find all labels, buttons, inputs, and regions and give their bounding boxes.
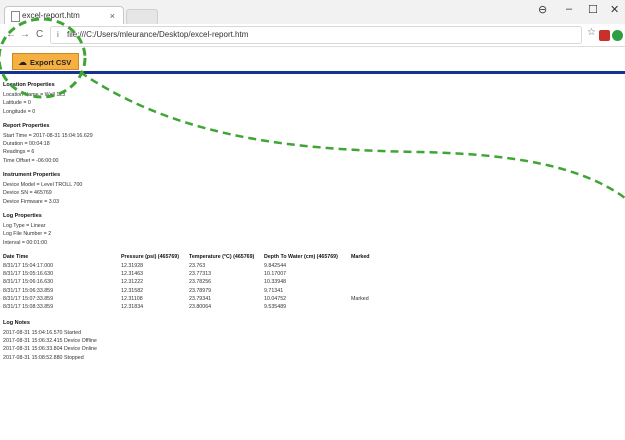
table-cell: 10.33948 <box>264 279 287 286</box>
menu-icon[interactable]: ⋮ <box>621 27 625 38</box>
table-cell: 8/31/17 15:05:16.630 <box>3 271 54 278</box>
section-heading: Location Properties <box>3 82 55 88</box>
tab-title: excel-report.htm <box>22 11 80 20</box>
bookmark-star-icon[interactable]: ☆ <box>587 27 596 38</box>
property-line: Longitude = 0 <box>3 108 36 115</box>
table-cell: Marked <box>351 296 369 303</box>
section-heading: Report Properties <box>3 122 50 129</box>
address-bar[interactable]: i file:///C:/Users/mleurance/Desktop/exc… <box>50 26 582 44</box>
cloud-download-icon: ☁ <box>18 57 27 67</box>
table-cell <box>351 270 391 278</box>
table-row: 8/31/17 15:06:16.630 12.31222 23.78256 1… <box>3 278 391 286</box>
table-row: 8/31/17 15:04:17.000 12.31928 23.763 9.8… <box>3 262 391 270</box>
section-heading: Log Properties <box>3 212 42 219</box>
table-cell: 23.78979 <box>189 287 212 294</box>
property-line: Location Name = Well 123 <box>3 92 66 98</box>
property-line: Device Model = Level TROLL 700 <box>3 182 83 189</box>
export-csv-button[interactable]: ☁ Export CSV <box>12 53 79 70</box>
browser-titlebar: excel-report.htm × ⊖ – ☐ ✕ <box>0 0 625 25</box>
property-line: Time Offset = -06:00:00 <box>3 157 59 164</box>
log-properties: Log Properties Log Type = Linear Log Fil… <box>3 213 603 247</box>
forward-button[interactable]: → <box>20 27 30 43</box>
page-content: ☁ Export CSV Location Properties Locatio… <box>0 47 625 440</box>
property-line: Latitude = 0 <box>3 100 31 107</box>
table-cell: 9.71341 <box>264 287 284 294</box>
instrument-properties: Instrument Properties Device Model = Lev… <box>3 172 603 206</box>
property-line: Device SN = 465769 <box>3 190 52 197</box>
table-cell <box>351 287 391 295</box>
log-notes: Log Notes 2017-08-31 15:04:16.570 Starte… <box>3 320 603 362</box>
table-cell: 23.78256 <box>189 279 212 286</box>
close-window-button[interactable]: ✕ <box>610 3 619 16</box>
info-icon[interactable]: i <box>57 27 59 43</box>
column-header: Pressure (psi) (465769) <box>121 253 180 260</box>
log-note-line: 2017-08-31 15:04:16.570 Started <box>3 329 82 336</box>
table-row: 8/31/17 15:07:33.859 12.31108 23.79341 1… <box>3 295 391 303</box>
browser-tab[interactable]: excel-report.htm × <box>4 6 124 25</box>
column-header: Temperature (°C) (465769) <box>189 253 255 260</box>
header-band <box>0 71 625 74</box>
log-note-line: 2017-08-31 15:06:33.804 Device Online <box>3 346 97 353</box>
reload-button[interactable]: C <box>36 27 43 43</box>
table-cell: 8/31/17 15:06:16.630 <box>3 279 54 286</box>
table-cell: 8/31/17 15:07:33.859 <box>3 296 54 303</box>
table-cell: 12.31108 <box>121 296 143 303</box>
log-note-line: 2017-08-31 15:08:52.880 Stopped <box>3 354 84 361</box>
column-header: Depth To Water (cm) (465769) <box>264 253 338 260</box>
property-line: Interval = 00:01:00 <box>3 239 48 246</box>
table-cell <box>351 303 391 311</box>
minimize-button[interactable]: – <box>566 3 572 15</box>
tab-close-icon[interactable]: × <box>110 7 115 25</box>
report-body: Location Properties Location Name = Well… <box>3 82 603 369</box>
table-cell: 8/31/17 15:08:33.859 <box>3 304 54 311</box>
property-line: Duration = 00:04:18 <box>3 141 50 148</box>
readings-table: Date Time Pressure (psi) (465769) Temper… <box>3 254 391 312</box>
table-header-row: Date Time Pressure (psi) (465769) Temper… <box>3 254 391 262</box>
page-icon <box>11 11 20 22</box>
column-header: Date Time <box>3 253 29 260</box>
maximize-button[interactable]: ☐ <box>588 3 598 16</box>
table-cell: 23.77313 <box>189 271 212 278</box>
back-button[interactable]: ← <box>6 27 16 43</box>
property-line: Log Type = Linear <box>3 222 46 229</box>
extension-icon-red[interactable] <box>599 30 610 41</box>
table-cell <box>351 262 391 270</box>
table-row: 8/31/17 15:05:16.630 12.31463 23.77313 1… <box>3 270 391 278</box>
account-icon[interactable]: ⊖ <box>538 3 547 16</box>
table-cell: 12.31582 <box>121 287 144 294</box>
table-cell: 23.763 <box>189 262 206 269</box>
table-cell: 23.79341 <box>189 296 212 303</box>
table-cell: 12.31463 <box>121 271 144 278</box>
table-cell: 23.80064 <box>189 304 212 311</box>
column-header: Marked <box>351 253 370 260</box>
table-cell: 9.535489 <box>264 304 287 311</box>
table-cell: 8/31/17 15:04:17.000 <box>3 262 54 269</box>
section-heading: Instrument Properties <box>3 172 61 179</box>
table-cell: 12.31222 <box>121 279 144 286</box>
property-line: Start Time = 2017-08-31 15:04:16.629 <box>3 132 93 139</box>
property-line: Log File Number = 2 <box>3 231 52 238</box>
table-cell: 9.842544 <box>264 262 287 269</box>
table-cell: 10.17007 <box>264 271 287 278</box>
section-heading: Log Notes <box>3 319 30 326</box>
export-csv-label: Export CSV <box>30 58 72 67</box>
table-row: 8/31/17 15:08:33.859 12.31834 23.80064 9… <box>3 303 391 311</box>
table-cell: 12.31928 <box>121 262 144 269</box>
property-line: Device Firmware = 3.03 <box>3 198 60 205</box>
table-cell: 10.04752 <box>264 296 287 303</box>
location-properties: Location Properties Location Name = Well… <box>3 82 603 116</box>
log-note-line: 2017-08-31 15:06:32.415 Device Offline <box>3 337 97 344</box>
table-cell <box>351 278 391 286</box>
new-tab-button[interactable] <box>126 9 158 25</box>
report-properties: Report Properties Start Time = 2017-08-3… <box>3 123 603 165</box>
browser-toolbar: ← → C i file:///C:/Users/mleurance/Deskt… <box>0 24 625 47</box>
property-line: Readings = 6 <box>3 149 35 156</box>
table-row: 8/31/17 15:06:33.859 12.31582 23.78979 9… <box>3 287 391 295</box>
table-cell: 12.31834 <box>121 304 144 311</box>
url-text[interactable]: file:///C:/Users/mleurance/Desktop/excel… <box>67 27 248 43</box>
table-cell: 8/31/17 15:06:33.859 <box>3 287 54 294</box>
